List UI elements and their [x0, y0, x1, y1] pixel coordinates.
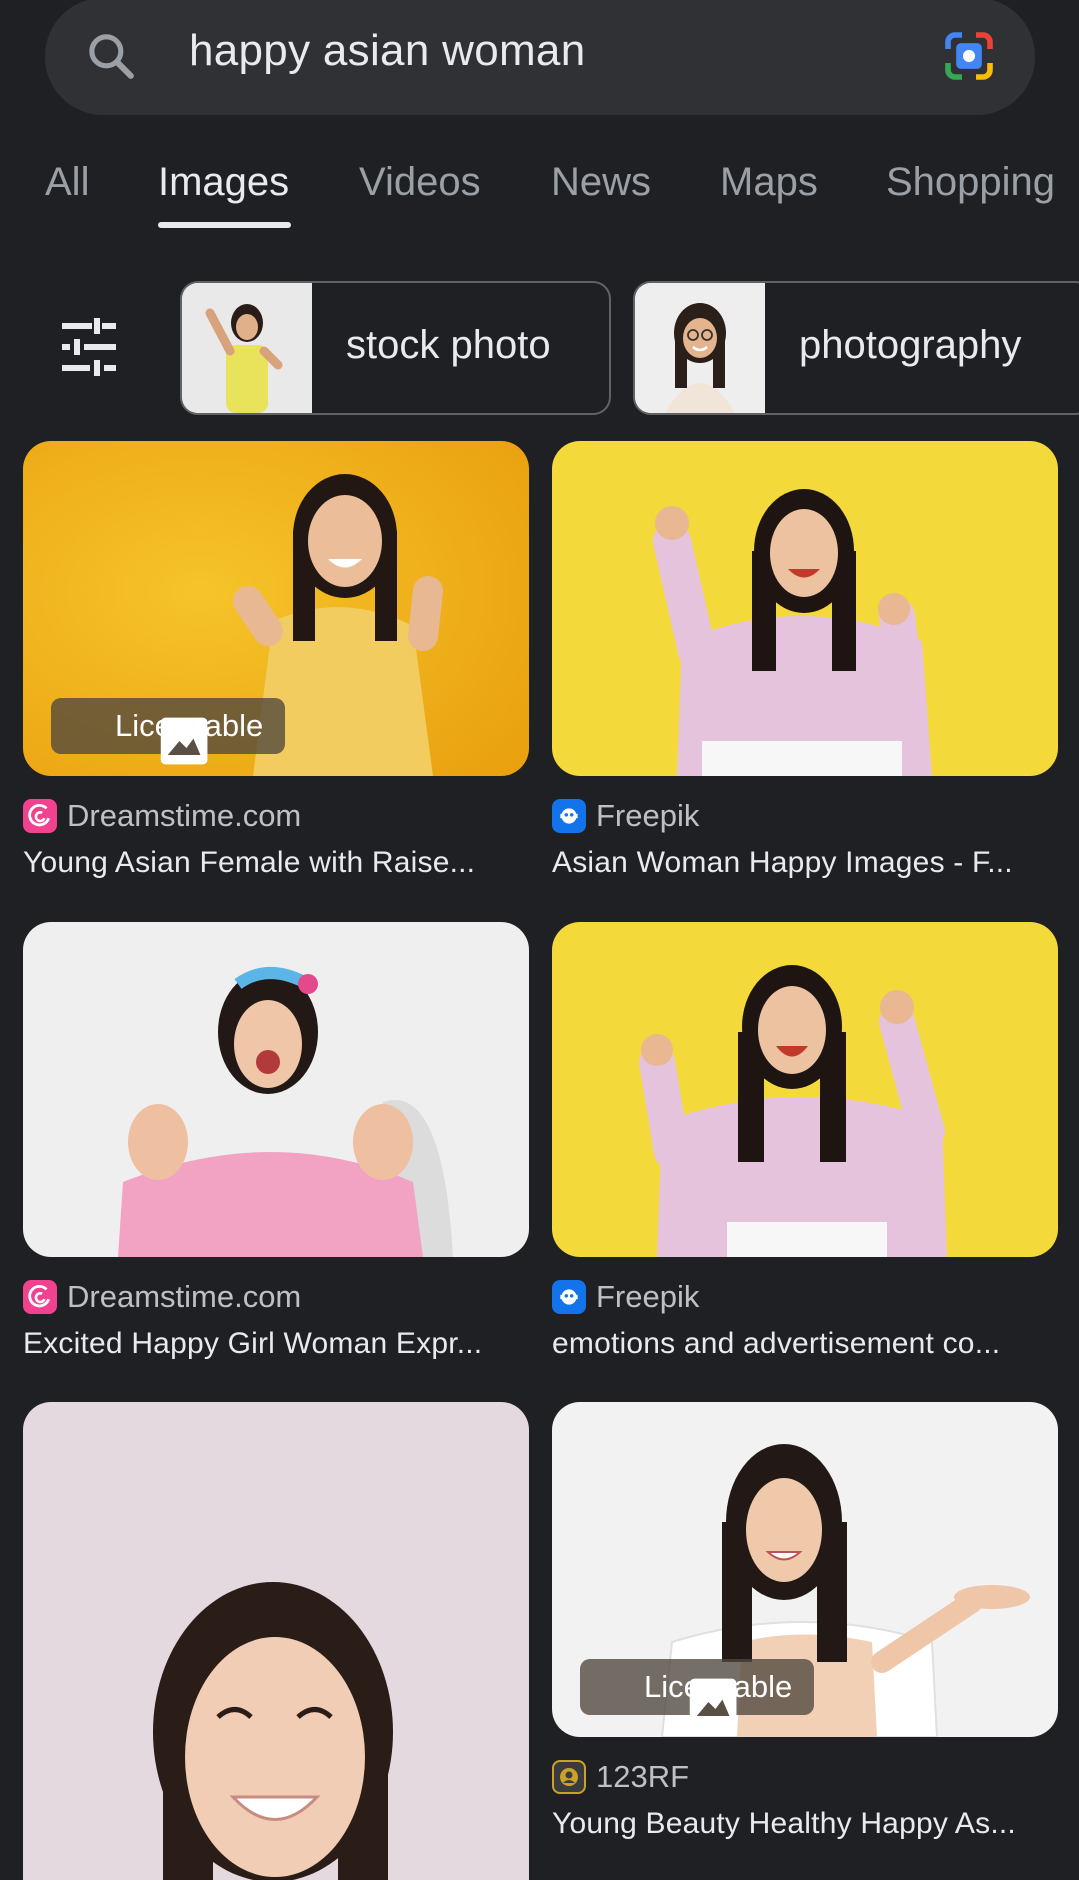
chip-thumbnail [635, 283, 765, 413]
result-title[interactable]: Young Asian Female with Raise... [23, 846, 529, 880]
image-result[interactable]: Freepik emotions and advertisement co... [552, 922, 1058, 1382]
result-thumbnail[interactable]: Licensable [552, 1402, 1058, 1737]
google-lens-icon[interactable] [941, 28, 997, 84]
image-result[interactable]: Freepik Asian Woman Happy Images - F... [552, 441, 1058, 901]
image-result[interactable] [23, 1402, 529, 1880]
chip-photography[interactable]: photography [633, 281, 1079, 415]
tab-all[interactable]: All [45, 160, 89, 205]
source-name: 123RF [596, 1759, 690, 1794]
result-title[interactable]: emotions and advertisement co... [552, 1327, 1058, 1361]
freepik-icon [552, 799, 586, 833]
image-result[interactable]: Licensable 123RF Young Beauty Healthy Ha… [552, 1402, 1058, 1880]
chip-label: stock photo [346, 323, 551, 367]
result-source[interactable]: Dreamstime.com [23, 796, 529, 836]
chip-thumbnail [182, 283, 312, 413]
tune-filter-icon[interactable] [58, 318, 120, 376]
google-images-results-page: happy asian woman All Images Videos News… [0, 0, 1079, 1880]
result-title[interactable]: Excited Happy Girl Woman Expr... [23, 1327, 529, 1361]
source-name: Freepik [596, 798, 700, 833]
result-title[interactable]: Young Beauty Healthy Happy As... [552, 1807, 1058, 1841]
tab-images[interactable]: Images [158, 160, 289, 205]
tab-news[interactable]: News [551, 160, 651, 205]
result-source[interactable]: Freepik [552, 1277, 1058, 1317]
dreamstime-icon [23, 1280, 57, 1314]
chip-stock-photo[interactable]: stock photo [180, 281, 611, 415]
dreamstime-icon [23, 799, 57, 833]
tab-maps[interactable]: Maps [720, 160, 818, 205]
result-thumbnail[interactable] [23, 1402, 529, 1880]
result-thumbnail[interactable] [552, 441, 1058, 776]
search-input[interactable]: happy asian woman [189, 26, 585, 76]
result-source[interactable]: 123RF [552, 1757, 1058, 1797]
result-source[interactable]: Dreamstime.com [23, 1277, 529, 1317]
tab-videos[interactable]: Videos [359, 160, 481, 205]
source-name: Dreamstime.com [67, 1279, 302, 1314]
source-name: Dreamstime.com [67, 798, 302, 833]
source-name: Freepik [596, 1279, 700, 1314]
123rf-icon [552, 1760, 586, 1794]
image-icon [689, 1678, 737, 1726]
result-thumbnail[interactable] [23, 922, 529, 1257]
tab-shopping[interactable]: Shopping [886, 160, 1055, 205]
image-result[interactable]: Dreamstime.com Excited Happy Girl Woman … [23, 922, 529, 1382]
chip-label: photography [799, 323, 1022, 367]
licensable-badge: Licensable [580, 1659, 815, 1726]
licensable-badge: Licensable [51, 698, 286, 765]
result-thumbnail[interactable] [552, 922, 1058, 1257]
image-result[interactable]: Licensable Dreamstime.com Young Asian Fe… [23, 441, 529, 901]
result-source[interactable]: Freepik [552, 796, 1058, 836]
active-tab-indicator [158, 222, 291, 228]
freepik-icon [552, 1280, 586, 1314]
search-bar[interactable]: happy asian woman [45, 0, 1035, 115]
search-icon[interactable] [83, 28, 139, 84]
result-thumbnail[interactable]: Licensable [23, 441, 529, 776]
image-icon [160, 717, 208, 765]
result-title[interactable]: Asian Woman Happy Images - F... [552, 846, 1058, 880]
